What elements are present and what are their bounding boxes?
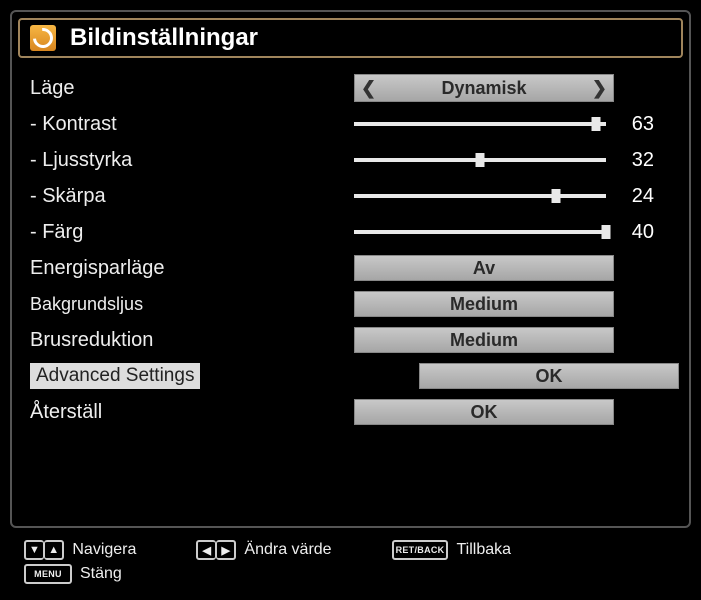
value-sharpness: 24 (618, 185, 654, 208)
label-energy: Energisparläge (24, 257, 354, 280)
row-noise[interactable]: Brusreduktion Medium (24, 322, 679, 358)
settings-list: Läge ❮ Dynamisk ❯ - Kontrast 63 - Ljusst… (24, 70, 679, 430)
slider-color-wrap: 40 (354, 221, 654, 244)
footer-hints: ▼▲ Navigera ◀▶ Ändra värde RET/BACK Till… (24, 540, 684, 588)
slider-brightness[interactable] (354, 158, 606, 162)
value-color: 40 (618, 221, 654, 244)
label-contrast: - Kontrast (24, 113, 354, 136)
picture-settings-icon (30, 25, 56, 51)
mode-value: Dynamisk (376, 78, 592, 99)
panel-header: Bildinställningar (18, 18, 683, 58)
slider-sharpness-wrap: 24 (354, 185, 654, 208)
label-sharpness: - Skärpa (24, 185, 354, 208)
slider-brightness-wrap: 32 (354, 149, 654, 172)
panel-title: Bildinställningar (70, 24, 258, 52)
row-advanced[interactable]: Advanced Settings OK (24, 358, 679, 394)
value-backlight[interactable]: Medium (354, 291, 614, 317)
label-advanced: Advanced Settings (30, 363, 200, 389)
row-backlight[interactable]: Bakgrundsljus Medium (24, 286, 679, 322)
hint-close-label: Stäng (80, 565, 122, 583)
hint-back-label: Tillbaka (456, 541, 511, 559)
value-contrast: 63 (618, 113, 654, 136)
slider-contrast[interactable] (354, 122, 606, 126)
row-reset[interactable]: Återställ OK (24, 394, 679, 430)
slider-color[interactable] (354, 230, 606, 234)
row-contrast[interactable]: - Kontrast 63 (24, 106, 679, 142)
hint-close: MENU Stäng (24, 564, 122, 584)
chevron-right-icon[interactable]: ❯ (592, 78, 607, 99)
row-mode[interactable]: Läge ❮ Dynamisk ❯ (24, 70, 679, 106)
hint-navigate-label: Navigera (72, 541, 136, 559)
hint-change: ◀▶ Ändra värde (196, 540, 331, 560)
hint-back: RET/BACK Tillbaka (392, 540, 511, 560)
chevron-left-icon[interactable]: ❮ (361, 78, 376, 99)
label-backlight: Bakgrundsljus (24, 294, 354, 315)
value-noise[interactable]: Medium (354, 327, 614, 353)
label-mode: Läge (24, 77, 354, 100)
hint-navigate: ▼▲ Navigera (24, 540, 136, 560)
value-advanced[interactable]: OK (419, 363, 679, 389)
value-brightness: 32 (618, 149, 654, 172)
row-sharpness[interactable]: - Skärpa 24 (24, 178, 679, 214)
row-color[interactable]: - Färg 40 (24, 214, 679, 250)
mode-selector[interactable]: ❮ Dynamisk ❯ (354, 74, 614, 102)
nav-left-right-icon: ◀▶ (196, 540, 236, 560)
row-energy[interactable]: Energisparläge Av (24, 250, 679, 286)
menu-key-icon: MENU (24, 564, 72, 584)
slider-sharpness[interactable] (354, 194, 606, 198)
hint-change-label: Ändra värde (244, 541, 331, 559)
nav-up-down-icon: ▼▲ (24, 540, 64, 560)
retback-key-icon: RET/BACK (392, 540, 449, 560)
slider-contrast-wrap: 63 (354, 113, 654, 136)
value-energy[interactable]: Av (354, 255, 614, 281)
label-brightness: - Ljusstyrka (24, 149, 354, 172)
label-reset: Återställ (24, 401, 354, 424)
label-noise: Brusreduktion (24, 329, 354, 352)
label-color: - Färg (24, 221, 354, 244)
value-reset[interactable]: OK (354, 399, 614, 425)
row-brightness[interactable]: - Ljusstyrka 32 (24, 142, 679, 178)
